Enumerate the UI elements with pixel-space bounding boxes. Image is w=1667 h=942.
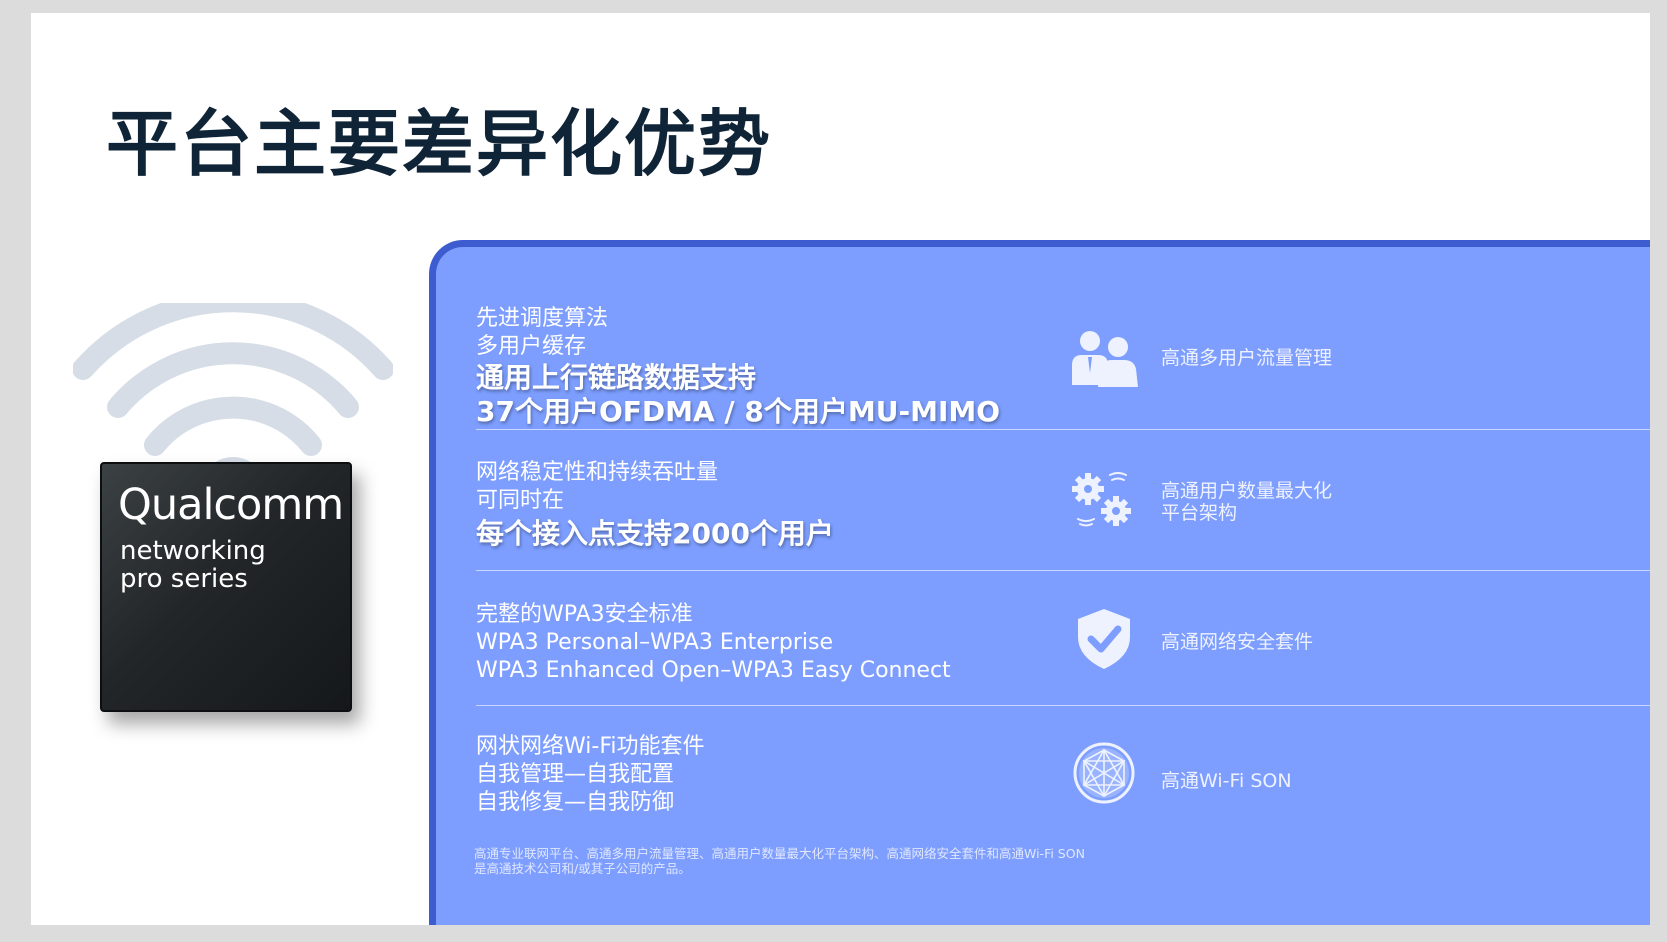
chip-line-pro-series: pro series xyxy=(120,564,248,594)
feature-line: 可同时在 xyxy=(476,488,565,513)
product-line: 平台架构 xyxy=(1161,502,1238,524)
shield-check-icon xyxy=(1078,609,1130,669)
mesh-network-icon xyxy=(1073,742,1135,804)
row-divider xyxy=(476,429,1650,430)
slide-title: 平台主要差异化优势 xyxy=(106,102,773,186)
feature-text-3: 完整的WPA3安全标准 WPA3 Personal–WPA3 Enterpris… xyxy=(476,601,951,685)
product-name-4: 高通Wi-Fi SON xyxy=(1161,770,1292,792)
feature-line-bold: 通用上行链路数据支持 xyxy=(476,361,757,394)
feature-line: WPA3 Enhanced Open–WPA3 Easy Connect xyxy=(476,658,951,683)
features-panel: 先进调度算法 多用户缓存 通用上行链路数据支持 37个用户OFDMA / 8个用… xyxy=(429,240,1650,925)
feature-line: 自我管理—自我配置 xyxy=(476,762,675,787)
product-line: 高通Wi-Fi SON xyxy=(1161,770,1292,792)
feature-line: 先进调度算法 xyxy=(476,306,609,331)
product-line: 高通用户数量最大化 xyxy=(1161,480,1333,502)
product-line: 高通多用户流量管理 xyxy=(1161,347,1333,369)
row-divider xyxy=(476,570,1650,571)
feature-text-2: 网络稳定性和持续吞吐量 可同时在 每个接入点支持2000个用户 xyxy=(476,459,834,551)
product-name-2: 高通用户数量最大化 平台架构 xyxy=(1161,480,1332,524)
feature-text-1: 先进调度算法 多用户缓存 通用上行链路数据支持 37个用户OFDMA / 8个用… xyxy=(476,305,1000,429)
footnote: 高通专业联网平台、高通多用户流量管理、高通用户数量最大化平台架构、高通网络安全套… xyxy=(474,846,1085,876)
feature-line: WPA3 Personal–WPA3 Enterprise xyxy=(476,630,833,655)
feature-line: 网状网络Wi-Fi功能套件 xyxy=(476,734,705,759)
product-name-1: 高通多用户流量管理 xyxy=(1161,347,1332,369)
feature-line: 完整的WPA3安全标准 xyxy=(476,602,693,627)
footnote-line: 高通专业联网平台、高通多用户流量管理、高通用户数量最大化平台架构、高通网络安全套… xyxy=(474,846,1085,861)
feature-line: 网络稳定性和持续吞吐量 xyxy=(476,460,719,485)
feature-line: 多用户缓存 xyxy=(476,334,587,359)
chip-logo: Qualcomm networking pro series xyxy=(100,462,352,712)
product-name-3: 高通网络安全套件 xyxy=(1161,631,1313,653)
users-icon xyxy=(1072,331,1138,387)
feature-text-4: 网状网络Wi-Fi功能套件 自我管理—自我配置 自我修复—自我防御 xyxy=(476,733,705,817)
gears-icon xyxy=(1072,472,1131,527)
feature-line-bold: 每个接入点支持2000个用户 xyxy=(476,517,834,550)
chip-brand: Qualcomm xyxy=(118,480,344,530)
feature-line: 自我修复—自我防御 xyxy=(476,790,675,815)
footnote-line: 是高通技术公司和/或其子公司的产品。 xyxy=(474,861,691,876)
product-line: 高通网络安全套件 xyxy=(1161,631,1314,653)
row-divider xyxy=(476,705,1650,706)
chip-line-networking: networking xyxy=(120,536,266,566)
feature-line-bold: 37个用户OFDMA / 8个用户MU-MIMO xyxy=(476,395,1001,428)
slide: 平台主要差异化优势 Qualcomm networking pro series… xyxy=(31,13,1650,925)
